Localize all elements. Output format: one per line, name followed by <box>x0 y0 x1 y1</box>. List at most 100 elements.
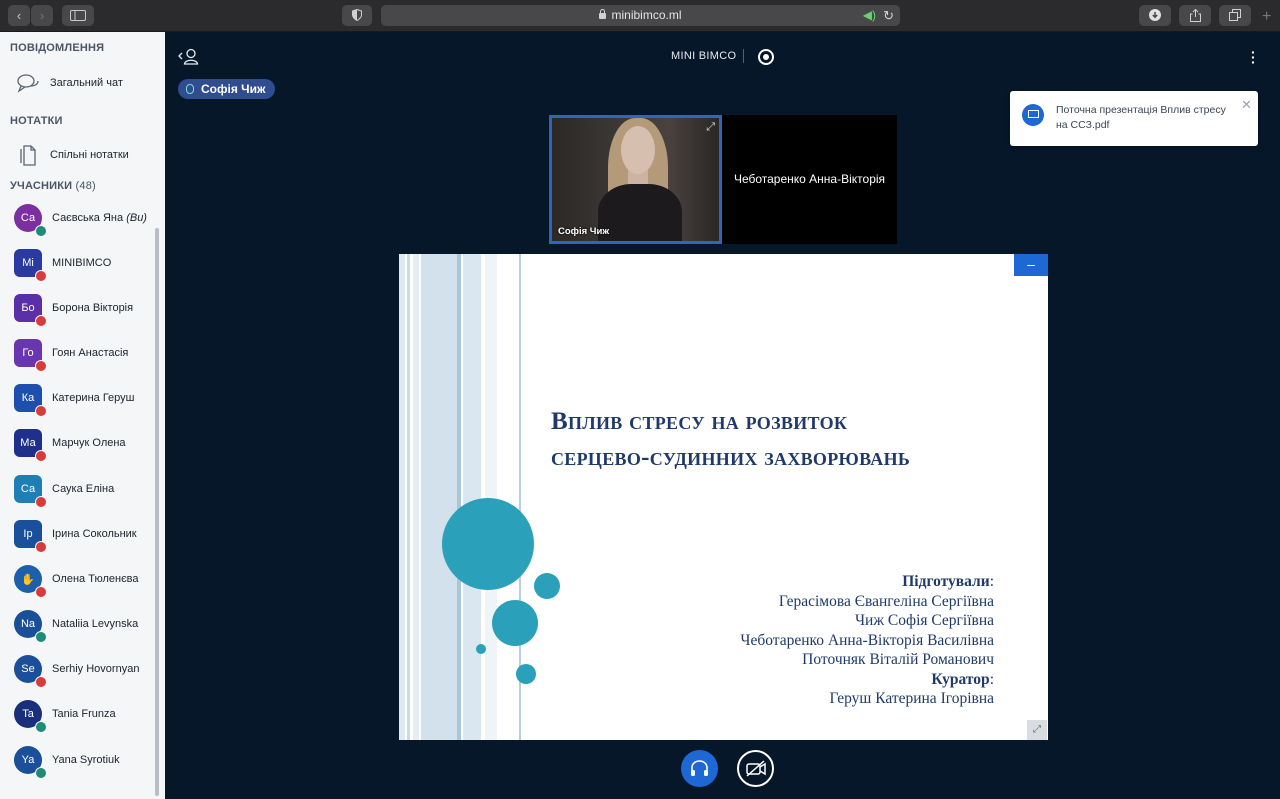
back-icon[interactable]: ‹ <box>8 5 30 26</box>
chat-icon <box>14 73 42 93</box>
avatar: Ір <box>14 520 47 553</box>
shield-icon[interactable] <box>342 5 372 26</box>
curator-name: Геруш Катерина Ігорівна <box>829 690 994 707</box>
slide-circle <box>476 644 486 654</box>
user-list-item[interactable]: ✋ Олена Тюленєва <box>14 562 159 598</box>
user-list-toggle-icon[interactable] <box>177 48 201 66</box>
muted-mic-badge-icon <box>35 405 47 417</box>
user-name: Катерина Геруш <box>52 392 134 404</box>
webcam-person-face <box>621 126 655 174</box>
user-list-item[interactable]: Mi MINIBIMCO <box>14 246 159 282</box>
user-list-item[interactable]: Ма Марчук Олена <box>14 426 159 462</box>
user-name-text: Yana Syrotiuk <box>52 754 120 766</box>
shared-notes-link[interactable]: Спільні нотатки <box>14 144 129 166</box>
camera-button[interactable] <box>737 750 774 787</box>
close-icon[interactable]: ✕ <box>1241 97 1252 113</box>
forward-icon[interactable]: › <box>31 5 53 26</box>
share-icon[interactable] <box>1179 5 1211 26</box>
webcam-name: Софія Чиж <box>558 226 610 237</box>
tabs-icon[interactable] <box>1219 5 1251 26</box>
avatar-initials: Ма <box>20 437 36 449</box>
avatar-initials: Ya <box>21 754 35 766</box>
user-name: MINIBIMCO <box>52 257 111 269</box>
user-list-item[interactable]: Ta Tania Frunza <box>14 697 159 733</box>
avatar-initials: Se <box>21 663 35 675</box>
meeting-title: MINI BIMCO <box>671 50 737 62</box>
user-name: Марчук Олена <box>52 437 126 449</box>
prepared-label: Підготували <box>902 573 990 590</box>
avatar: Бо <box>14 294 47 327</box>
avatar: Ya <box>14 746 47 779</box>
avatar-initials: Na <box>20 618 36 630</box>
user-name-text: Tania Frunza <box>52 708 116 720</box>
talking-indicator: Софія Чиж <box>178 79 276 99</box>
camera-off-icon <box>746 760 766 777</box>
notes-icon <box>14 144 42 166</box>
presentation-icon <box>1022 104 1044 126</box>
fullscreen-icon[interactable]: ⤢ <box>1027 720 1047 740</box>
user-list-item[interactable]: Ya Yana Syrotiuk <box>14 743 159 779</box>
user-name-text: Олена Тюленєва <box>52 573 139 585</box>
reload-icon[interactable]: ↻ <box>883 5 894 26</box>
user-list-item[interactable]: Na Nataliia Levynska <box>14 607 159 643</box>
notification-text: Поточна презентація Вплив стресу на ССЗ.… <box>1056 104 1226 131</box>
muted-mic-badge-icon <box>35 315 47 327</box>
user-name-text: Борона Вікторія <box>52 302 134 314</box>
author-line: Чеботаренко Анна-Вікторія Василівна <box>740 631 994 649</box>
slide-stripe <box>421 254 457 740</box>
slide-stripe <box>457 254 461 740</box>
webcam-tile-second[interactable]: Чеботаренко Анна-Вікторія <box>722 115 897 244</box>
slide-circle <box>516 664 536 684</box>
user-name-text: Serhiy Hovornyan <box>52 663 140 675</box>
slide-circle <box>442 498 534 590</box>
address-bar[interactable]: minibimco.ml ◀) ↻ <box>381 5 900 26</box>
author-line: Герасімова Євангеліна Сергіївна <box>778 592 994 610</box>
avatar: Na <box>14 610 47 643</box>
record-icon[interactable] <box>758 49 774 65</box>
user-list-item[interactable]: Ір Ірина Сокольник <box>14 517 159 553</box>
avatar: Mi <box>14 249 47 282</box>
sidebar-icon[interactable] <box>62 5 94 26</box>
you-suffix: (Ви) <box>126 212 147 224</box>
sidebar-scrollbar[interactable] <box>155 228 159 796</box>
speaker-icon[interactable]: ◀) <box>863 5 876 26</box>
user-list-item[interactable]: Са Саука Еліна <box>14 472 159 508</box>
user-name-text: Nataliia Levynska <box>52 618 139 630</box>
avatar: Са <box>14 204 47 237</box>
lock-icon <box>599 9 607 19</box>
slide-stripe <box>407 254 410 740</box>
slide-stripe <box>485 254 497 740</box>
slide-title: Вплив стресу на розвиток серцево-судинни… <box>551 404 910 476</box>
avatar-initials: Го <box>22 347 34 359</box>
expand-icon[interactable]: ⤢ <box>706 121 715 134</box>
new-tab-icon[interactable]: + <box>1262 8 1271 26</box>
webcam-tile-main[interactable]: ⤢ Софія Чиж <box>549 115 722 244</box>
muted-mic-badge-icon <box>35 450 47 462</box>
avatar: ✋ <box>14 565 47 598</box>
user-name-text: Гоян Анастасія <box>52 347 129 359</box>
author-line: Чиж Софія Сергіївна <box>854 612 994 629</box>
main-area: MINI BIMCO · · · Софія Чиж Поточна презент… <box>165 32 1280 799</box>
user-list-item[interactable]: Se Serhiy Hovornyan <box>14 652 159 688</box>
download-icon[interactable] <box>1139 5 1171 26</box>
avatar: Ма <box>14 429 47 462</box>
user-list-item[interactable]: Бо Борона Вікторія <box>14 291 159 327</box>
talking-name: Софія Чиж <box>201 82 266 96</box>
user-list-item[interactable]: Ка Катерина Геруш <box>14 381 159 417</box>
webcam-person-body <box>598 184 682 241</box>
audio-button[interactable] <box>681 750 718 787</box>
users-count: (48) <box>75 180 96 192</box>
url-text: minibimco.ml <box>611 8 682 22</box>
user-list-item[interactable]: Го Гоян Анастасія <box>14 336 159 372</box>
public-chat-link[interactable]: Загальний чат <box>14 73 123 93</box>
muted-mic-badge-icon <box>35 541 47 553</box>
more-icon[interactable]: · · · <box>1251 45 1257 69</box>
minimize-icon[interactable]: – <box>1014 254 1048 276</box>
avatar-initials: Са <box>20 483 36 495</box>
muted-mic-badge-icon <box>35 360 47 372</box>
listen-only-badge-icon <box>35 721 47 733</box>
presentation-notification: Поточна презентація Вплив стресу на ССЗ.… <box>1010 91 1258 146</box>
user-list-item[interactable]: Са Саєвська Яна (Ви) <box>14 201 159 237</box>
webcam-second-name: Чеботаренко Анна-Вікторія <box>733 172 886 186</box>
user-name: Ірина Сокольник <box>52 528 137 540</box>
